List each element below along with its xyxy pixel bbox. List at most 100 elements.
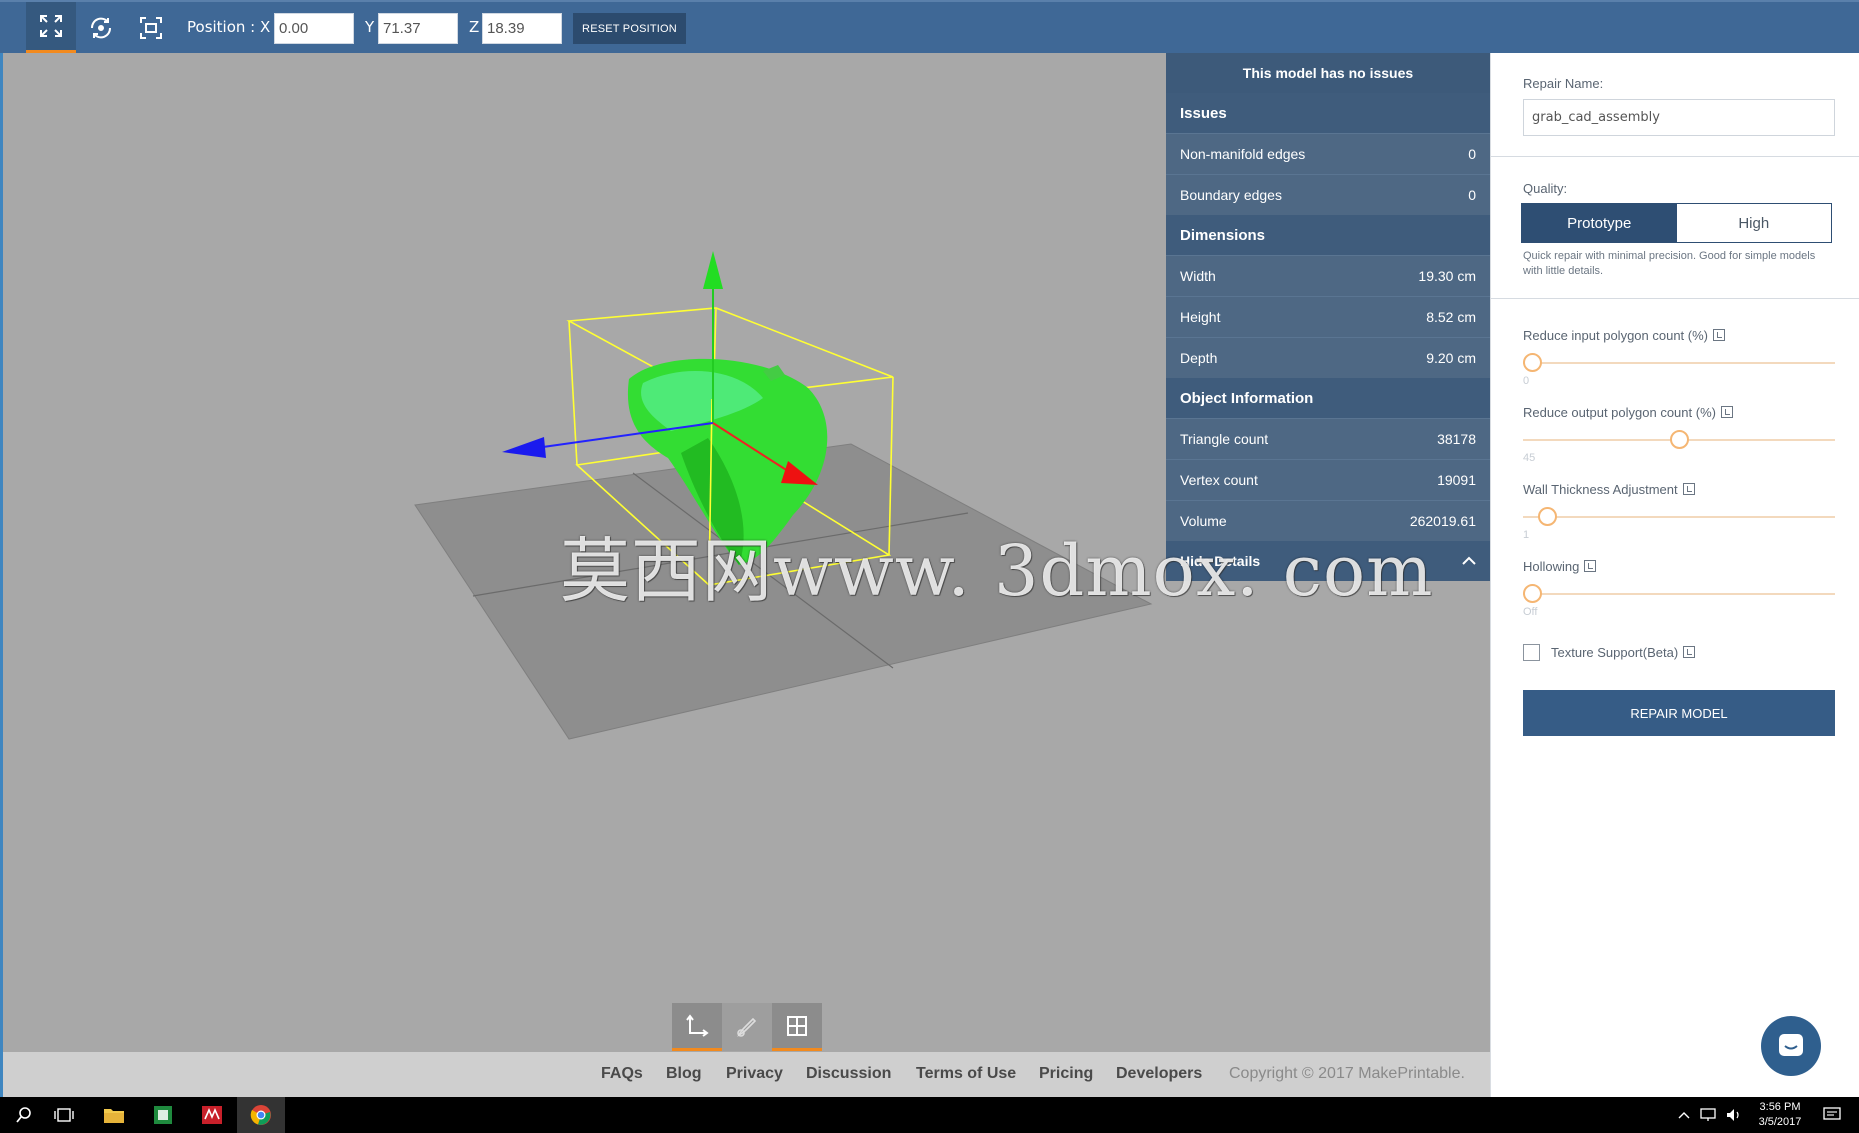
info-row-value: 262019.61 xyxy=(1409,513,1476,529)
info-row: Width 19.30 cm xyxy=(1166,255,1490,296)
info-row-label: Width xyxy=(1180,268,1216,284)
grid-icon xyxy=(787,1015,807,1036)
info-row-value: 0 xyxy=(1468,146,1476,162)
taskbar-spreadsheet-app[interactable] xyxy=(139,1097,187,1133)
network-icon xyxy=(1700,1108,1716,1121)
hide-details-toggle[interactable]: Hide Details xyxy=(1166,541,1490,581)
fit-view-icon xyxy=(140,16,162,39)
copyright: Copyright © 2017 MakePrintable. xyxy=(1229,1065,1465,1082)
chat-icon xyxy=(1779,1034,1803,1056)
hide-details-label: Hide Details xyxy=(1180,553,1261,569)
issues-header: Issues xyxy=(1166,93,1490,133)
slider-value: 45 xyxy=(1523,452,1536,464)
info-row: Boundary edges 0 xyxy=(1166,174,1490,215)
slider-label: Hollowing xyxy=(1523,559,1597,574)
help-icon[interactable] xyxy=(1713,329,1726,341)
repair-settings-panel: Repair Name: Quality: Prototype High Qui… xyxy=(1490,53,1859,1097)
grid-toggle[interactable] xyxy=(772,1003,822,1051)
paint-toggle[interactable] xyxy=(722,1003,772,1051)
action-center-button[interactable] xyxy=(1812,1097,1852,1133)
slider-label: Wall Thickness Adjustment xyxy=(1523,482,1695,497)
taskbar-solidworks[interactable] xyxy=(188,1097,236,1133)
fullscreen-tool-button[interactable] xyxy=(26,2,76,53)
chrome-icon xyxy=(250,1105,271,1125)
footer-link-pricing[interactable]: Pricing xyxy=(1039,1065,1093,1083)
search-icon xyxy=(16,1107,31,1123)
position-label: Position : xyxy=(187,18,256,36)
position-z-input[interactable] xyxy=(482,13,562,44)
axes-toggle[interactable] xyxy=(672,1003,722,1051)
slider-knob[interactable] xyxy=(1537,507,1557,526)
clock-time: 3:56 PM xyxy=(1759,1101,1801,1113)
texture-label: Texture Support(Beta) xyxy=(1551,645,1696,660)
info-row-label: Volume xyxy=(1180,513,1227,529)
info-row-value: 9.20 cm xyxy=(1426,350,1476,366)
info-row-label: Non-manifold edges xyxy=(1180,146,1306,162)
slider-label-text: Wall Thickness Adjustment xyxy=(1523,482,1678,497)
reset-position-button[interactable]: RESET POSITION xyxy=(573,13,686,44)
task-view-button[interactable] xyxy=(40,1097,88,1133)
os-taskbar: 3:56 PM 3/5/2017 xyxy=(0,1097,1859,1133)
divider xyxy=(1491,298,1859,299)
slider-knob[interactable] xyxy=(1523,353,1542,372)
info-row: Triangle count 38178 xyxy=(1166,418,1490,459)
help-icon[interactable] xyxy=(1720,406,1733,418)
footer-link-faqs[interactable]: FAQs xyxy=(601,1065,643,1083)
spreadsheet-app-icon xyxy=(154,1106,172,1124)
clock-date: 3/5/2017 xyxy=(1758,1116,1802,1128)
model-info-panel: This model has no issues Issues Non-mani… xyxy=(1166,53,1490,581)
info-row: Non-manifold edges 0 xyxy=(1166,133,1490,174)
info-row-label: Triangle count xyxy=(1180,431,1269,447)
repair-name-input[interactable] xyxy=(1523,99,1835,136)
slider-label: Reduce input polygon count (%) xyxy=(1523,328,1726,343)
tray-volume[interactable] xyxy=(1722,1097,1748,1133)
volume-icon xyxy=(1727,1109,1739,1121)
solidworks-icon xyxy=(202,1106,222,1124)
slider-knob[interactable] xyxy=(1523,584,1542,603)
task-view-icon xyxy=(54,1108,74,1122)
footer: FAQs Blog Privacy Discussion Terms of Us… xyxy=(3,1052,1490,1097)
footer-link-terms[interactable]: Terms of Use xyxy=(916,1065,1016,1083)
footer-link-discussion[interactable]: Discussion xyxy=(806,1065,891,1083)
help-icon[interactable] xyxy=(1683,646,1696,658)
slider-value: Off xyxy=(1523,606,1538,618)
rotate-tool-button[interactable] xyxy=(76,2,126,53)
taskbar-chrome[interactable] xyxy=(237,1097,285,1133)
info-row-value: 38178 xyxy=(1437,431,1476,447)
taskbar-file-explorer[interactable] xyxy=(90,1097,138,1133)
slider-label-text: Reduce input polygon count (%) xyxy=(1523,328,1709,343)
top-toolbar: Position : X Y Z RESET POSITION xyxy=(0,0,1859,53)
slider-knob[interactable] xyxy=(1669,430,1689,449)
position-y-input[interactable] xyxy=(378,13,458,44)
x-axis-arrow[interactable] xyxy=(502,437,546,458)
divider xyxy=(1491,156,1859,157)
footer-link-privacy[interactable]: Privacy xyxy=(726,1065,783,1083)
help-icon[interactable] xyxy=(1682,483,1695,495)
hollowing-slider[interactable] xyxy=(1523,593,1835,595)
reduce-input-slider[interactable] xyxy=(1523,362,1835,364)
tray-expand-button[interactable] xyxy=(1672,1097,1696,1133)
footer-link-developers[interactable]: Developers xyxy=(1116,1065,1202,1083)
position-x-input[interactable] xyxy=(274,13,354,44)
quality-toggle: Prototype High xyxy=(1521,203,1832,243)
info-row-value: 8.52 cm xyxy=(1426,309,1476,325)
y-axis-arrow[interactable] xyxy=(703,251,723,289)
info-row: Height 8.52 cm xyxy=(1166,296,1490,337)
quality-option-high[interactable]: High xyxy=(1676,204,1831,242)
quality-option-prototype[interactable]: Prototype xyxy=(1522,204,1677,242)
taskbar-clock[interactable]: 3:56 PM 3/5/2017 xyxy=(1748,1100,1812,1130)
info-row-label: Depth xyxy=(1180,350,1218,366)
axes-icon xyxy=(686,1013,709,1037)
slider-label: Reduce output polygon count (%) xyxy=(1523,405,1733,420)
rotate-icon xyxy=(90,17,112,38)
texture-label-text: Texture Support(Beta) xyxy=(1551,645,1679,660)
footer-link-blog[interactable]: Blog xyxy=(666,1065,702,1083)
texture-support-checkbox[interactable] xyxy=(1523,644,1540,661)
chat-button[interactable] xyxy=(1761,1016,1821,1076)
slider-label-text: Hollowing xyxy=(1523,559,1580,574)
fit-view-tool-button[interactable] xyxy=(126,2,176,53)
wall-thickness-slider[interactable] xyxy=(1523,516,1835,518)
help-icon[interactable] xyxy=(1584,560,1597,572)
repair-model-button[interactable]: REPAIR MODEL xyxy=(1523,690,1835,736)
tray-network[interactable] xyxy=(1696,1097,1722,1133)
